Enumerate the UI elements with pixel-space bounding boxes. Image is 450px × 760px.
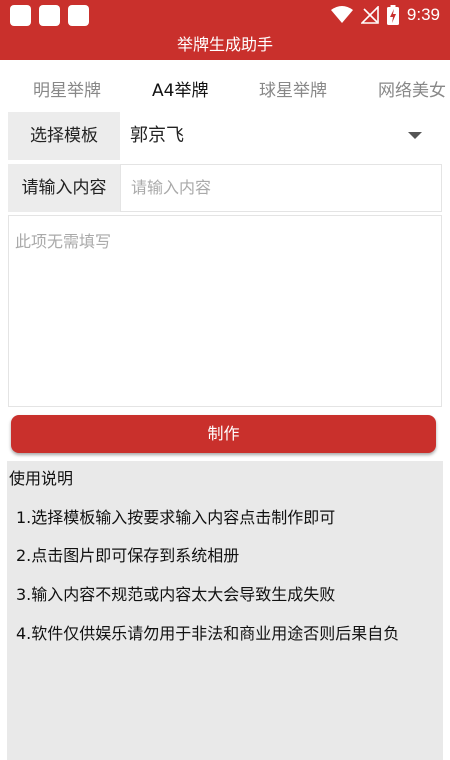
instructions-panel: 使用说明 1.选择模板输入按要求输入内容点击制作即可 2.点击图片即可保存到系统… — [7, 461, 443, 760]
tab-bar: 明星举牌 A4举牌 球星举牌 网络美女 — [0, 60, 450, 112]
instructions-title: 使用说明 — [9, 469, 74, 488]
app-title: 举牌生成助手 — [0, 30, 450, 60]
content-label: 请输入内容 — [8, 164, 120, 212]
wifi-icon — [330, 6, 353, 23]
template-label: 选择模板 — [8, 112, 120, 160]
template-dropdown[interactable]: 郭京飞 — [130, 112, 184, 160]
app-notification-icon — [68, 5, 89, 26]
template-selector-row: 选择模板 郭京飞 — [8, 112, 442, 160]
make-button[interactable]: 制作 — [11, 415, 436, 453]
tab-online-beauty[interactable]: 网络美女 — [378, 76, 446, 101]
status-bar: 9:39 — [0, 0, 450, 30]
no-signal-icon — [360, 6, 379, 24]
notification-icons — [10, 5, 89, 26]
app-notification-icon — [10, 5, 31, 26]
battery-charging-icon — [386, 5, 399, 25]
chevron-down-icon[interactable] — [408, 132, 422, 139]
instruction-item: 3.输入内容不规范或内容太大会导致生成失败 — [16, 585, 336, 604]
app-notification-icon — [39, 5, 60, 26]
instruction-item: 4.软件仅供娱乐请勿用于非法和商业用途否则后果自负 — [16, 624, 400, 643]
instruction-item: 1.选择模板输入按要求输入内容点击制作即可 — [16, 508, 336, 527]
tab-a4-sign[interactable]: A4举牌 — [152, 76, 208, 101]
extra-textarea[interactable]: 此项无需填写 — [8, 215, 442, 407]
extra-textarea-placeholder: 此项无需填写 — [15, 232, 112, 251]
status-time: 9:39 — [406, 5, 440, 24]
tab-star-sign[interactable]: 明星举牌 — [33, 76, 101, 101]
instruction-item: 2.点击图片即可保存到系统相册 — [16, 546, 240, 565]
content-input-row: 请输入内容 请输入内容 — [8, 164, 442, 212]
tab-player-sign[interactable]: 球星举牌 — [259, 76, 327, 101]
status-icons: 9:39 — [330, 4, 440, 26]
content-input-placeholder: 请输入内容 — [131, 178, 212, 197]
content-input[interactable]: 请输入内容 — [120, 164, 442, 212]
